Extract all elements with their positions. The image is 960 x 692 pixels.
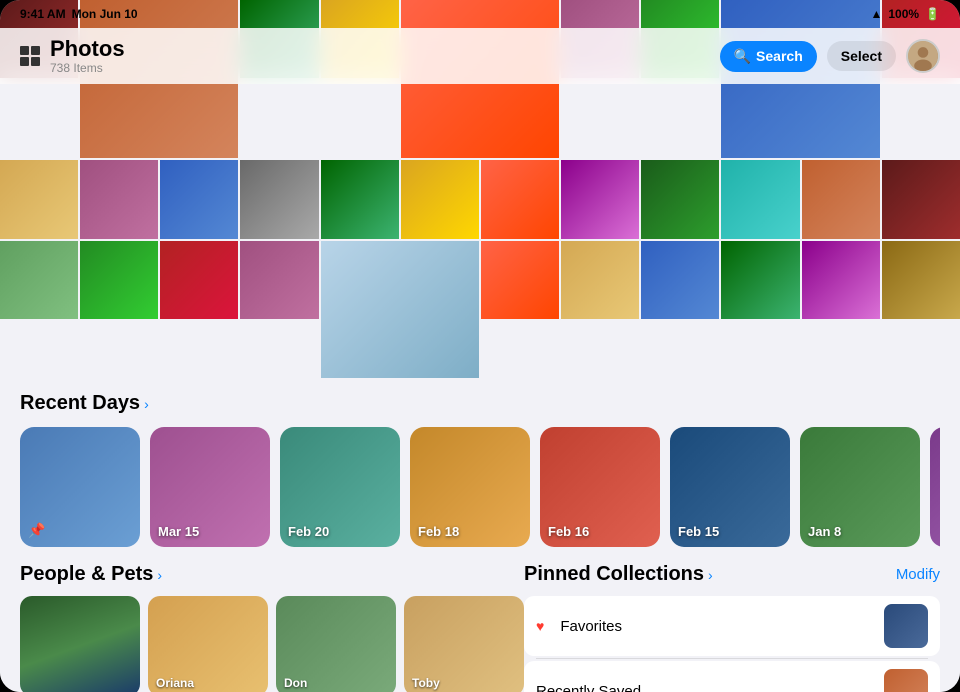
day-card[interactable]: Mar 15 [150, 427, 270, 547]
photo-cell[interactable] [882, 241, 960, 319]
divider [536, 658, 928, 659]
collection-list: ♥ Favorites Recently Saved [524, 596, 940, 692]
collection-name: Favorites [560, 618, 874, 635]
day-card[interactable]: Feb 18 [410, 427, 530, 547]
photo-cell[interactable] [481, 160, 559, 238]
photo-cell[interactable] [321, 241, 479, 380]
bottom-content: Recent Days › 📌 Mar 15 Feb 20 Feb 18 [0, 378, 960, 692]
search-label: Search [756, 48, 803, 64]
photo-cell[interactable] [641, 160, 719, 238]
pin-icon: 📌 [28, 522, 45, 539]
header-left: Photos 738 Items [20, 37, 125, 75]
person-card[interactable] [20, 596, 140, 692]
photo-cell[interactable] [721, 241, 799, 319]
photo-cell[interactable] [240, 241, 318, 319]
person-name: Don [284, 676, 307, 690]
day-label: Mar 15 [158, 524, 199, 539]
day-card[interactable]: Feb 20 [280, 427, 400, 547]
recent-days-chevron[interactable]: › [144, 396, 149, 412]
photo-cell[interactable] [80, 160, 158, 238]
people-pets-section: People & Pets › Oriana Don Toby [20, 563, 524, 692]
photo-cell[interactable] [481, 241, 559, 319]
recent-days-title: Recent Days [20, 392, 140, 415]
status-right: ▲ 100% 🔋 [870, 7, 940, 21]
status-date: Mon Jun 10 [72, 7, 138, 21]
photo-cell[interactable] [882, 160, 960, 238]
day-label: Jan 8 [808, 524, 841, 539]
person-card[interactable]: Oriana [148, 596, 268, 692]
header: Photos 738 Items 🔍 Search Select [0, 28, 960, 84]
avatar-image [908, 39, 938, 73]
recent-days-header: Recent Days › [20, 392, 940, 415]
collection-item-favorites[interactable]: ♥ Favorites [524, 596, 940, 656]
photo-cell[interactable] [802, 160, 880, 238]
status-time: 9:41 AM [20, 7, 66, 21]
day-label: Feb 16 [548, 524, 589, 539]
people-pets-header: People & Pets › [20, 563, 524, 586]
items-count: 738 Items [50, 61, 125, 75]
collection-thumb [884, 669, 928, 692]
recent-days-section: Recent Days › 📌 Mar 15 Feb 20 Feb 18 [0, 378, 960, 557]
bottom-grid: People & Pets › Oriana Don Toby [0, 563, 960, 692]
photo-cell[interactable] [401, 160, 479, 238]
day-label: Feb 15 [678, 524, 719, 539]
day-label: Feb 18 [418, 524, 459, 539]
collection-item-recently-saved[interactable]: Recently Saved [524, 661, 940, 692]
pinned-collections-title: Pinned Collections [524, 563, 704, 586]
person-card[interactable]: Don [276, 596, 396, 692]
collection-name: Recently Saved [536, 683, 874, 692]
people-pets-title: People & Pets [20, 563, 153, 586]
people-pets-chevron[interactable]: › [157, 567, 162, 583]
day-label: Feb 20 [288, 524, 329, 539]
person-card[interactable]: Toby [404, 596, 524, 692]
day-card[interactable]: Feb 16 [540, 427, 660, 547]
photo-cell[interactable] [240, 160, 318, 238]
pinned-collections-section: Pinned Collections › Modify ♥ Favorites … [524, 563, 940, 692]
day-card[interactable] [930, 427, 940, 547]
battery-level: 100% [888, 7, 919, 21]
photo-cell[interactable] [641, 241, 719, 319]
photo-cell[interactable] [321, 160, 399, 238]
photo-cell[interactable] [160, 160, 238, 238]
people-grid: Oriana Don Toby [20, 596, 524, 692]
photo-cell[interactable] [160, 241, 238, 319]
modify-button[interactable]: Modify [896, 566, 940, 583]
pinned-collections-chevron[interactable]: › [708, 567, 713, 583]
photo-cell[interactable] [80, 241, 158, 319]
person-name: Toby [412, 676, 440, 690]
page-title: Photos [50, 37, 125, 61]
avatar[interactable] [906, 39, 940, 73]
day-card[interactable]: Feb 15 [670, 427, 790, 547]
ipad-frame: Photos 738 Items 🔍 Search Select 9:41 AM [0, 0, 960, 692]
pinned-collections-header: Pinned Collections › Modify [524, 563, 940, 586]
days-scroll[interactable]: 📌 Mar 15 Feb 20 Feb 18 Feb 16 [20, 427, 940, 547]
grid-view-icon[interactable] [20, 46, 40, 66]
header-right: 🔍 Search Select [720, 39, 940, 73]
day-card[interactable]: Jan 8 [800, 427, 920, 547]
select-button[interactable]: Select [827, 41, 896, 71]
person-name: Oriana [156, 676, 194, 690]
collection-thumb [884, 604, 928, 648]
status-bar: 9:41 AM Mon Jun 10 ▲ 100% 🔋 [0, 0, 960, 28]
search-button[interactable]: 🔍 Search [720, 41, 817, 72]
wifi-icon: ▲ [870, 7, 882, 21]
title-block: Photos 738 Items [50, 37, 125, 75]
search-icon: 🔍 [734, 48, 751, 65]
photo-cell[interactable] [802, 241, 880, 319]
battery-icon: 🔋 [925, 7, 940, 21]
photo-cell[interactable] [0, 241, 78, 319]
photo-cell[interactable] [0, 160, 78, 238]
photo-cell[interactable] [561, 241, 639, 319]
day-card[interactable]: 📌 [20, 427, 140, 547]
photo-cell[interactable] [561, 160, 639, 238]
status-left: 9:41 AM Mon Jun 10 [20, 7, 138, 21]
heart-icon: ♥ [536, 618, 544, 634]
photo-cell[interactable] [721, 160, 799, 238]
